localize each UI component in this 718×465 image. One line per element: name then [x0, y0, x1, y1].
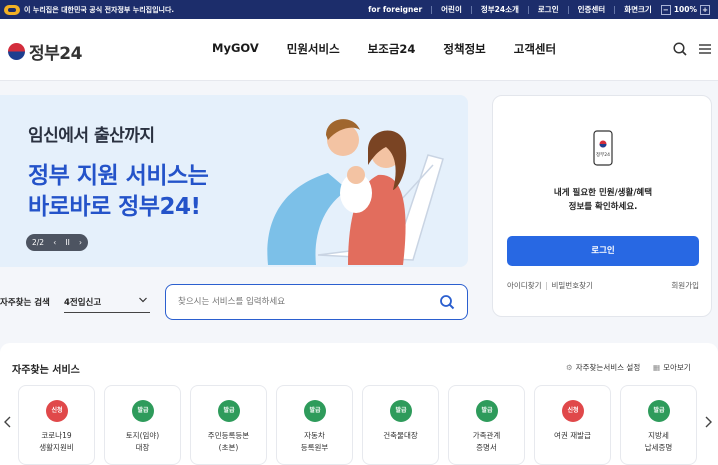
gear-icon: ⚙: [566, 363, 573, 372]
screen-size-label: 화면크기: [624, 5, 652, 14]
service-badge: 발급: [648, 400, 670, 422]
hamburger-menu-icon[interactable]: [697, 41, 713, 57]
hero-title: 정부 지원 서비스는 바로바로 정부24!: [28, 161, 209, 223]
search-input[interactable]: [178, 294, 428, 310]
chevron-right-icon[interactable]: [703, 415, 713, 429]
divider: [431, 5, 433, 14]
gov-notice-text: 이 누리집은 대한민국 공식 전자정부 누리집입니다.: [24, 5, 175, 14]
join-link[interactable]: 회원가입: [671, 280, 699, 291]
service-card[interactable]: 발급 토지(임야) 대장: [104, 385, 181, 465]
service-card[interactable]: 발급 가족관계 증명서: [448, 385, 525, 465]
login-message-line2: 정보를 확인하세요.: [568, 202, 638, 212]
utility-menu: for foreigner 어린이 정부24소개 로그인 인증센터 화면크기 −…: [368, 0, 710, 19]
nav-mygov[interactable]: MyGOV: [212, 41, 259, 57]
grid-icon: ▦: [653, 363, 661, 372]
nav-customer-center[interactable]: 고객센터: [514, 41, 556, 57]
service-name: 토지(임야) 대장: [125, 431, 160, 452]
nav-subsidy24[interactable]: 보조금24: [368, 41, 416, 57]
logo-text: 정부24: [29, 44, 82, 64]
services-setting-button[interactable]: ⚙ 자주찾는서비스 설정: [566, 362, 640, 373]
cert-center-link[interactable]: 인증센터: [578, 4, 606, 15]
login-button[interactable]: 로그인: [507, 236, 699, 266]
gov-emblem-icon: [4, 4, 20, 15]
gov-notice-bar: 이 누리집은 대한민국 공식 전자정부 누리집입니다. for foreigne…: [0, 0, 718, 19]
service-name: 여권 재발급: [554, 431, 591, 440]
service-badge: 발급: [476, 400, 498, 422]
chevron-left-icon[interactable]: [3, 415, 13, 429]
frequent-services-title: 자주찾는 서비스: [12, 365, 80, 376]
next-slide-icon[interactable]: ›: [79, 238, 82, 247]
divider: [545, 282, 547, 290]
hero-title-line2: 바로바로 정부24!: [28, 194, 201, 220]
for-foreigner-link[interactable]: for foreigner: [368, 5, 422, 14]
service-card[interactable]: 신청 코로나19 생활지원비: [18, 385, 95, 465]
service-badge: 발급: [304, 400, 326, 422]
view-all-button[interactable]: ▦ 모아보기: [653, 362, 691, 373]
hero-slide-control: 2/2 ‹ II ›: [26, 234, 88, 251]
zoom-level: 100%: [673, 5, 697, 14]
service-cards: 신청 코로나19 생활지원비 발급 토지(임야) 대장 발급 주민등록등본 (초…: [18, 385, 697, 465]
service-badge: 신청: [46, 400, 68, 422]
find-password-link[interactable]: 비밀번호찾기: [552, 280, 593, 291]
services-setting-label: 자주찾는서비스 설정: [575, 363, 641, 372]
divider: [614, 5, 616, 14]
pause-button[interactable]: II: [65, 238, 69, 247]
find-id-link[interactable]: 아이디찾기: [507, 280, 542, 291]
view-all-label: 모아보기: [663, 363, 691, 372]
login-message: 내게 필요한 민원/생활/혜택 정보를 확인하세요.: [493, 186, 713, 214]
service-badge: 발급: [390, 400, 412, 422]
prev-slide-icon[interactable]: ‹: [53, 238, 56, 247]
service-badge: 신청: [562, 400, 584, 422]
taegeuk-icon: [8, 43, 25, 60]
hero-banner[interactable]: 임신에서 출산까지 정부 지원 서비스는 바로바로 정부24! 2/2 ‹ II…: [0, 95, 468, 267]
service-name: 가족관계 증명서: [472, 431, 501, 452]
service-badge: 발급: [132, 400, 154, 422]
login-link[interactable]: 로그인: [538, 4, 559, 15]
kids-link[interactable]: 어린이: [441, 4, 462, 15]
service-card[interactable]: 발급 주민등록등본 (초본): [190, 385, 267, 465]
divider: [527, 5, 529, 14]
service-card[interactable]: 발급 자동차 등록원부: [276, 385, 353, 465]
service-card[interactable]: 신청 여권 재발급: [534, 385, 611, 465]
service-name: 건축물대장: [383, 431, 418, 440]
service-card[interactable]: 발급 건축물대장: [362, 385, 439, 465]
service-badge: 발급: [218, 400, 240, 422]
service-name: 주민등록등본 (초본): [207, 431, 250, 452]
nav-policy[interactable]: 정책정보: [443, 41, 485, 57]
service-name: 지방세 납세증명: [644, 431, 673, 452]
service-name: 코로나19 생활지원비: [39, 431, 74, 452]
divider: [567, 5, 569, 14]
frequent-services-panel: 자주찾는 서비스 ⚙ 자주찾는서비스 설정 ▦ 모아보기 신청 코로나19 생활…: [0, 343, 718, 465]
about-link[interactable]: 정부24소개: [481, 4, 519, 15]
main-nav: MyGOV 민원서비스 보조금24 정책정보 고객센터: [212, 41, 584, 57]
zoom-in-button[interactable]: +: [700, 4, 710, 15]
frequent-search-select[interactable]: 4전입신고: [64, 291, 150, 313]
service-name: 자동차 등록원부: [300, 431, 329, 452]
family-illustration: [267, 119, 444, 265]
site-logo[interactable]: 정부24: [8, 39, 82, 64]
search-icon[interactable]: [439, 294, 455, 310]
phone-caption: 정부24: [596, 151, 610, 158]
divider: [470, 5, 472, 14]
hero-title-line1: 정부 지원 서비스는: [28, 163, 209, 189]
nav-civil-service[interactable]: 민원서비스: [287, 41, 340, 57]
search-icon[interactable]: [672, 41, 688, 57]
hero-subtitle: 임신에서 출산까지: [28, 126, 155, 146]
chevron-down-icon: [139, 297, 147, 303]
login-message-line1: 내게 필요한 민원/생활/혜택: [553, 188, 653, 198]
zoom-out-button[interactable]: −: [660, 4, 671, 15]
main-content: 임신에서 출산까지 정부 지원 서비스는 바로바로 정부24! 2/2 ‹ II…: [0, 81, 718, 465]
login-card: 정부24 내게 필요한 민원/생활/혜택 정보를 확인하세요. 로그인 아이디찾…: [492, 95, 712, 317]
slide-indicator: 2/2: [32, 238, 45, 247]
login-links: 아이디찾기 비밀번호찾기 회원가입: [507, 280, 699, 291]
zoom-control: − 100% +: [660, 4, 710, 15]
frequent-search-value: 4전입신고: [64, 298, 102, 308]
mobile-phone-icon: 정부24: [593, 130, 613, 166]
site-header: 정부24 MyGOV 민원서비스 보조금24 정책정보 고객센터: [0, 19, 718, 81]
service-card[interactable]: 발급 지방세 납세증명: [620, 385, 697, 465]
frequent-search-label: 자주찾는 검색: [0, 298, 50, 308]
search-bar: [165, 284, 468, 320]
